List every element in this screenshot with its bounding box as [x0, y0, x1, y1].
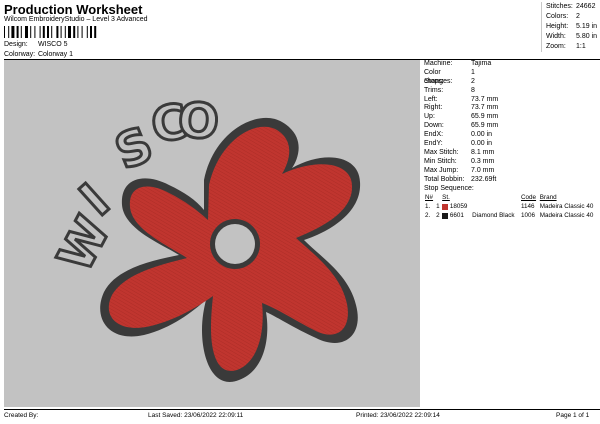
info-row: Total Bobbin: 232.69ft	[424, 175, 497, 183]
embroidery-svg: W I S C O	[46, 91, 361, 382]
info-row: Right: 73.7 mm	[424, 104, 499, 112]
design-meta: Design: WISCO 5	[4, 41, 68, 48]
machine-info: Machine: Tajima Color changes: 1 Stops: 2 T…	[424, 60, 600, 220]
created-by: Created By:	[4, 412, 39, 419]
col-number: N#	[425, 194, 434, 202]
stat-row: Colors: 2	[546, 13, 580, 20]
table-row: 1. 1 18059 1146 Madeira Classic 40	[425, 203, 594, 211]
info-row: Up: 65.9 mm	[424, 113, 499, 121]
design-value: WISCO 5	[37, 41, 68, 48]
info-row: EndX: 0.00 in	[424, 131, 493, 139]
colorway-label: Colorway:	[4, 51, 36, 58]
info-row: Trims: 8	[424, 86, 475, 94]
info-row: Min Stitch: 0.3 mm	[424, 157, 495, 165]
stat-row: Height: 5.19 in	[546, 23, 598, 30]
info-row: EndY: 0.00 in	[424, 140, 493, 148]
col-brand: Brand	[539, 194, 557, 202]
table-row: 2. 2 6601 Diamond Black 1006 Madeira Cla…	[425, 212, 594, 220]
info-row: Stops: 2	[424, 77, 475, 85]
stat-row: Width: 5.80 in	[546, 33, 598, 40]
col-step: St.	[442, 194, 450, 202]
stat-row: Stitches: 24662	[546, 3, 596, 10]
info-row: Max Jump: 7.0 mm	[424, 166, 495, 174]
last-saved: Last Saved: 23/06/2022 22:09:11	[148, 412, 244, 419]
footer-divider	[4, 409, 600, 410]
page-number: Page 1 of 1	[556, 412, 590, 419]
color-swatch	[442, 212, 449, 219]
col-code: Code	[521, 194, 537, 202]
info-row: Machine: Tajima	[424, 60, 492, 67]
info-row: Color changes: 1	[424, 68, 475, 85]
stop-sequence-header: N# St. Code Brand	[424, 193, 600, 202]
stop-sequence-title: Stop Sequence:	[424, 185, 474, 193]
colorway-meta: Colorway: Colorway 1	[4, 51, 73, 58]
software-subtitle: Wilcom EmbroideryStudio – Level 3 Advanc…	[4, 16, 148, 23]
design-label: Design:	[4, 41, 28, 48]
flower-center-hole	[215, 224, 255, 264]
stop-sequence-table: N# St. Code Brand 1. 1 18059 1146 Madeir…	[424, 193, 600, 220]
letter-o: O	[176, 92, 221, 151]
barcode	[4, 26, 97, 38]
worksheet-title: Production Worksheet	[4, 2, 143, 17]
colorway-value: Colorway 1	[37, 51, 73, 58]
printed-date: Printed: 23/06/2022 22:09:14	[356, 412, 440, 419]
info-row: Left: 73.7 mm	[424, 95, 499, 103]
info-row: Max Stitch: 8.1 mm	[424, 148, 495, 156]
stat-row: Zoom: 1:1	[546, 43, 586, 50]
color-swatch	[442, 203, 449, 210]
info-row: Down: 65.9 mm	[424, 122, 499, 130]
design-preview: W I S C O	[4, 60, 420, 407]
design-stats: Stitches: 24662 Colors: 2 Height: 5.19 in W…	[541, 2, 599, 52]
